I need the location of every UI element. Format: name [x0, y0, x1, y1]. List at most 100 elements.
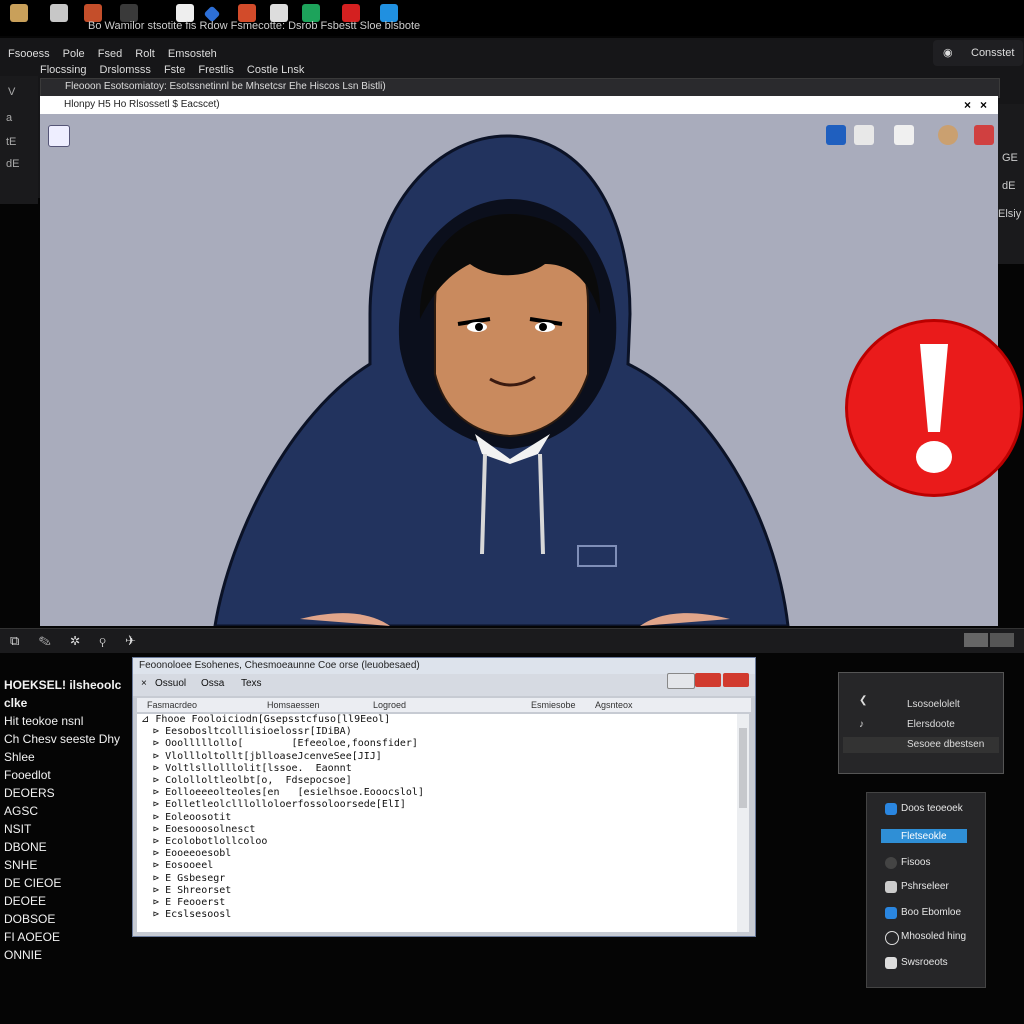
address-bar[interactable]: Hlonpy H5 Ho Rlsossetl $ Eacscet) × ×: [40, 96, 998, 114]
tree-row[interactable]: ⊳ E Gsbesegr: [141, 873, 424, 885]
menu-item[interactable]: Fletseokle: [901, 831, 947, 842]
account-button[interactable]: ◉ Consstet: [933, 40, 1023, 66]
column-header[interactable]: Fasmacrdeo: [147, 700, 197, 710]
menu-item[interactable]: Rolt: [135, 48, 155, 60]
tab-title: Fleooon Esotsomiatoy: Esotssnetinnl be M…: [65, 81, 386, 92]
dialog-tab[interactable]: Ossa: [201, 678, 224, 689]
play-icon: [885, 907, 897, 919]
side-label: dE: [6, 158, 20, 170]
tree-row[interactable]: ⊳ Voltlsllolllolit[lssoe. Eaonnt: [141, 763, 424, 775]
side-label: GE: [1002, 152, 1018, 164]
close-icon[interactable]: ×: [141, 678, 147, 689]
terminal-heading: HOEKSEL! ilsheoolc clke: [4, 678, 122, 710]
maximize-icon[interactable]: [990, 633, 1014, 647]
list-item: ONNIE: [4, 948, 43, 962]
minimize-button[interactable]: [667, 673, 695, 689]
menu-item[interactable]: Fisoos: [901, 857, 930, 868]
tree-row[interactable]: ⊳ Eoleoosotit: [141, 812, 424, 824]
menu-item[interactable]: Boo Ebomloe: [901, 907, 961, 918]
menu-item[interactable]: Drslomsss: [100, 64, 151, 76]
list-item: DEOEE: [4, 894, 47, 908]
clock-icon: [885, 931, 899, 945]
dialog-title: Feoonoloee Esohenes, Chesmoeaunne Coe or…: [139, 660, 420, 671]
tree-row[interactable]: ⊳ Vlollloltollt[jblloaseJcenveSee[JIJ]: [141, 751, 424, 763]
menu-item[interactable]: Emsosteh: [168, 48, 217, 60]
close-button[interactable]: [723, 673, 749, 687]
menu-item[interactable]: Swsroeots: [901, 957, 948, 968]
list-item: DEOERS: [4, 786, 55, 800]
list-item: DBONE: [4, 840, 47, 854]
menu-item[interactable]: Sesoee dbestsen: [907, 739, 984, 750]
list-item: DE CIEOE: [4, 876, 62, 890]
scrollbar-thumb[interactable]: [739, 728, 747, 808]
side-label: Elsiy: [998, 208, 1022, 220]
list-item: SNHE: [4, 858, 38, 872]
address-text: Hlonpy H5 Ho Rlsossetl $ Eacscet): [64, 99, 220, 110]
menu-item[interactable]: Flocssing: [40, 64, 86, 76]
tree-row[interactable]: ⊳ E Shreorset: [141, 885, 424, 897]
dialog-tab[interactable]: Ossuol: [155, 678, 186, 689]
side-label: dE: [1002, 180, 1016, 192]
tree-row[interactable]: ⊳ Cololloltleolbt[o, Fdsepocsoe]: [141, 775, 424, 787]
app-icon[interactable]: [10, 4, 28, 22]
side-label: V: [8, 86, 16, 98]
taskbar-title: Bo Wamilor stsotite fis Rdow Fsmecotte: …: [88, 20, 421, 32]
document-icon: [885, 957, 897, 969]
column-header[interactable]: Agsnteox: [595, 700, 633, 710]
menu-item[interactable]: Pole: [63, 48, 85, 60]
dialog-tab[interactable]: Texs: [241, 678, 262, 689]
column-header[interactable]: Homsaessen: [267, 700, 320, 710]
tree-row[interactable]: ⊳ Ecolobotlollcoloo: [141, 836, 424, 848]
tree-row[interactable]: ⊳ Ecslsesoosl: [141, 909, 424, 921]
toolbar-icons[interactable]: ⧉ ✎ ✲ ⚲ ✈: [10, 633, 144, 649]
menu-item[interactable]: Fsed: [98, 48, 122, 60]
tree-row[interactable]: ⊳ Ooolllllollo[ [Efeeoloe,foonsfider]: [141, 738, 424, 750]
cloud-icon: [885, 803, 897, 815]
minimize-icon[interactable]: [964, 633, 988, 647]
menu-item[interactable]: Costle Lnsk: [247, 64, 304, 76]
close-icon[interactable]: ×: [964, 98, 971, 112]
menu-item[interactable]: Fsooess: [8, 48, 50, 60]
list-item: Hit teokoe nsnl: [4, 714, 84, 728]
file-tree[interactable]: ⊿ Fhooe Fooloiciodn[Gsepsstcfuso[ll9Eeol…: [137, 714, 749, 932]
scrollbar[interactable]: [737, 714, 749, 932]
column-header[interactable]: Esmiesobe: [531, 700, 576, 710]
menu-item[interactable]: Elersdoote: [907, 719, 955, 730]
menu-item[interactable]: Frestlis: [198, 64, 233, 76]
context-menu: ❮ ♪ ▆ Lsosoelolelt Elersdoote Sesoee dbe…: [838, 672, 1004, 774]
tree-row[interactable]: ⊳ Eooeeoesobl: [141, 848, 424, 860]
tree-row[interactable]: ⊳ Eosooeel: [141, 860, 424, 872]
menu-item[interactable]: Lsosoelolelt: [907, 699, 960, 710]
tree-list[interactable]: ⊿ Fhooe Fooloiciodn[Gsepsstcfuso[ll9Eeol…: [141, 714, 424, 921]
account-label: Consstet: [971, 47, 1015, 59]
tree-row[interactable]: ⊿ Fhooe Fooloiciodn[Gsepsstcfuso[ll9Eeol…: [141, 714, 424, 726]
dialog-tabs: × Ossuol Ossa Texs: [133, 674, 755, 696]
menu-bar: Fsooess Pole Fsed Rolt Emsosteh: [8, 48, 227, 60]
table-header: Fasmacrdeo Homsaessen Logroed Esmiesobe …: [137, 698, 751, 712]
tree-row[interactable]: ⊳ Eolloeeeolteoles[en [esielhsoe.Eooocsl…: [141, 787, 424, 799]
menu-item[interactable]: Mhosoled hing: [901, 931, 966, 942]
list-item: Ch Chesv seeste Dhy Shlee: [4, 732, 121, 764]
tree-row[interactable]: ⊳ Eolletleolclllolloloerfossoloorsede[El…: [141, 799, 424, 811]
tree-row[interactable]: ⊳ Eoesooosolnesct: [141, 824, 424, 836]
tree-row[interactable]: ⊳ E Feooerst: [141, 897, 424, 909]
file-dialog: Feoonoloee Esohenes, Chesmoeaunne Coe or…: [132, 657, 756, 937]
browser-tab-strip[interactable]: Fleooon Esotsomiatoy: Esotssnetinnl be M…: [40, 78, 1000, 98]
toolbar: ⧉ ✎ ✲ ⚲ ✈: [0, 628, 1024, 653]
list-item: FI AOEOE: [4, 930, 61, 944]
list-item: Fooedlot: [4, 768, 51, 782]
list-item: AGSC: [4, 804, 39, 818]
menu-item[interactable]: Pshrseleer: [901, 881, 949, 892]
image-icon: [885, 881, 897, 893]
printer-icon[interactable]: [50, 4, 68, 22]
side-menu: Doos teoeoek Fletseokle Fisoos Pshrselee…: [866, 792, 986, 988]
dialog-titlebar: Feoonoloee Esohenes, Chesmoeaunne Coe or…: [133, 658, 755, 674]
column-header[interactable]: Logroed: [373, 700, 406, 710]
menu-item[interactable]: Fste: [164, 64, 185, 76]
maximize-button[interactable]: [695, 673, 721, 687]
close-icon[interactable]: ×: [980, 98, 987, 112]
tree-row[interactable]: ⊳ Eesobosltcolllisioelossr[IDiBA): [141, 726, 424, 738]
menu-item[interactable]: Doos teoeoek: [901, 803, 963, 814]
chevron-icon: ❮: [859, 695, 868, 706]
circle-icon: [885, 857, 897, 869]
